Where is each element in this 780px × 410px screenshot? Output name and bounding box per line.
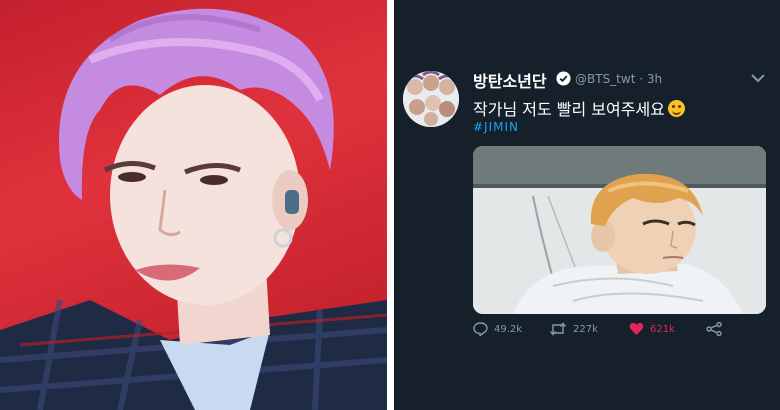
display-name[interactable]: 방탄소년단 [473,68,547,92]
reply-icon [473,322,488,336]
retweet-icon [549,322,567,336]
reply-action[interactable]: 49.2k [473,322,522,336]
retweet-count: 227k [573,323,598,335]
panel-divider [387,0,394,410]
like-count: 621k [650,323,675,335]
collage: 방탄소년단 @BTS_twt · 3h 작가님 저도 빨리 보여주세요 #JIM… [0,0,780,410]
tweet-card[interactable]: 방탄소년단 @BTS_twt · 3h 작가님 저도 빨리 보여주세요 #JIM… [394,0,780,410]
avatar[interactable] [403,71,459,127]
tweet-actions: 49.2k 227k 621k [473,322,766,342]
share-action[interactable] [706,322,722,336]
celebrity-photo [0,0,387,410]
chevron-down-icon[interactable] [751,73,765,83]
smiling-face-emoji-icon [667,100,685,117]
reply-count: 49.2k [494,323,523,335]
handle-and-time[interactable]: @BTS_twt · 3h [575,72,662,86]
tweet-text: 작가님 저도 빨리 보여주세요 [473,96,685,120]
tweet-media-image[interactable] [473,146,766,314]
retweet-action[interactable]: 227k [549,322,598,336]
webtoon-illustration [473,146,766,314]
heart-icon [629,322,644,335]
hashtag-link[interactable]: #JIMIN [473,120,519,134]
avatar-group-photo-icon [403,71,459,127]
photo-illustration [0,8,387,410]
tweet-text-body: 작가님 저도 빨리 보여주세요 [473,100,665,119]
share-icon [706,322,722,336]
verified-icon [556,71,571,86]
like-action[interactable]: 621k [629,322,675,336]
